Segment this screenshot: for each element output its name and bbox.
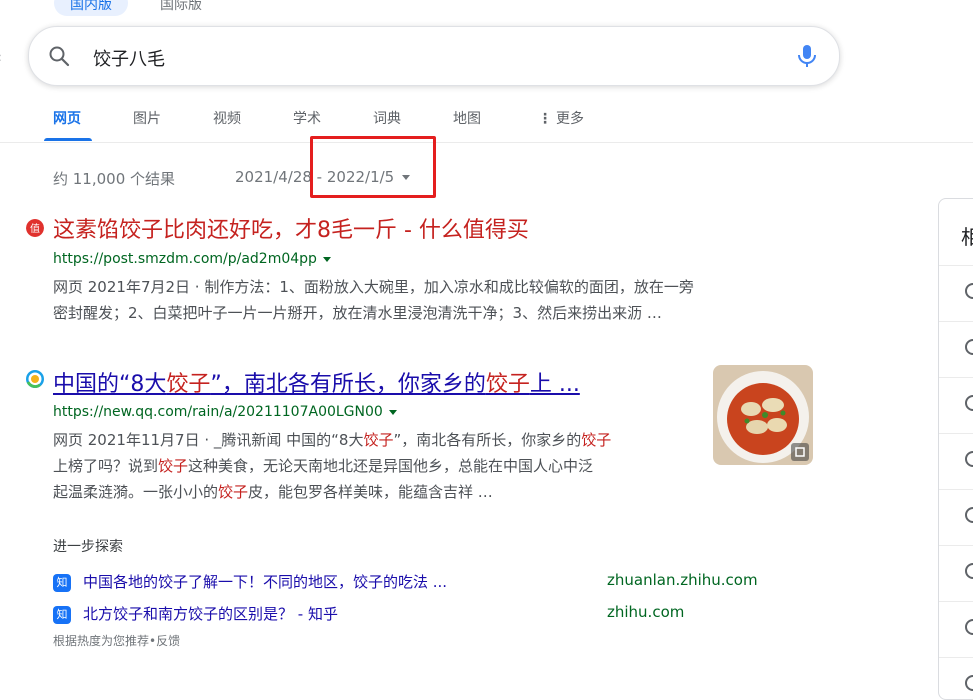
result-url[interactable]: https://post.smzdm.com/p/ad2m04pp — [53, 251, 331, 267]
search-suggestion-icon[interactable] — [965, 451, 973, 467]
result-count: 约 11,000 个结果 — [53, 170, 176, 188]
dumpling-soup-image — [713, 365, 813, 465]
tab-maps[interactable]: 地图 — [453, 108, 481, 128]
zhihu-icon: 知 — [53, 573, 71, 592]
result-url-text: https://new.qq.com/rain/a/20211107A00LGN… — [53, 404, 383, 420]
snippet-line: 上榜了吗？说到饺子这种美食，无论天南地北还是异国他乡，总能在中国人心中泛 — [53, 453, 703, 479]
more-vertical-icon: ⋮ — [538, 111, 552, 127]
left-edge-icon: ‹ — [0, 50, 2, 66]
divider — [939, 545, 973, 546]
tab-domestic[interactable]: 国内版 — [54, 0, 128, 16]
title-part: 中国的“8大 — [53, 372, 167, 397]
svg-text:值: 值 — [30, 222, 40, 235]
search-icon[interactable] — [47, 44, 71, 68]
divider — [939, 657, 973, 658]
tab-more-label: 更多 — [556, 111, 584, 127]
divider — [0, 142, 973, 143]
panel-title: 相 — [961, 225, 973, 249]
result-title[interactable]: 这素馅饺子比肉还好吃，才8毛一斤 - 什么值得买 — [53, 212, 529, 244]
snippet-text: 皮，能包罗各样美味，能蕴含吉祥 … — [248, 483, 493, 501]
tab-international[interactable]: 国际版 — [144, 0, 218, 16]
snippet-highlight: 饺子 — [581, 431, 612, 449]
title-highlight: 饺子 — [485, 372, 530, 397]
snippet-text: 这种美食，无论天南地北还是异国他乡，总能在中国人心中泛 — [188, 457, 594, 475]
snippet-highlight: 饺子 — [158, 457, 189, 475]
divider — [939, 601, 973, 602]
annotation-box — [310, 136, 436, 198]
search-input[interactable]: 饺子八毛 — [93, 45, 165, 71]
caret-down-icon[interactable] — [322, 256, 331, 262]
search-suggestion-icon[interactable] — [965, 563, 973, 579]
tab-videos[interactable]: 视频 — [213, 108, 241, 128]
search-suggestion-icon[interactable] — [965, 395, 973, 411]
search-type-tabs: 网页 图片 视频 学术 词典 地图 ⋮ 更多 — [0, 100, 973, 142]
zhihu-icon: 知 — [53, 605, 71, 624]
related-section-label: 进一步探索 — [53, 539, 123, 555]
snippet-highlight: 饺子 — [363, 431, 394, 449]
related-link-text: 北方饺子和南方饺子的区别是？ - 知乎 — [83, 605, 338, 623]
snippet-line: 网页 2021年7月2日 · 制作方法：1、面粉放入大碗里，加入凉水和成比较偏软… — [53, 278, 694, 296]
result-title[interactable]: 中国的“8大饺子”，南北各有所长，你家乡的饺子上 ... — [53, 366, 580, 398]
snippet-text: 网页 2021年11月7日 · _腾讯新闻 中国的“8大 — [53, 431, 364, 449]
result-snippet: 网页 2021年7月2日 · 制作方法：1、面粉放入大碗里，加入凉水和成比较偏软… — [53, 274, 813, 326]
related-link[interactable]: 知北方饺子和南方饺子的区别是？ - 知乎 — [53, 603, 338, 624]
active-tab-indicator — [44, 138, 92, 141]
tab-dictionary[interactable]: 词典 — [373, 108, 401, 128]
title-part: 上 ... — [529, 372, 580, 397]
snippet-line: 网页 2021年11月7日 · _腾讯新闻 中国的“8大饺子”，南北各有所长，你… — [53, 427, 703, 453]
recommendation-footnote[interactable]: 根据热度为您推荐•反馈 — [53, 632, 180, 649]
related-link[interactable]: 知中国各地的饺子了解一下！不同的地区，饺子的吃法 ... — [53, 571, 447, 592]
title-part: ”，南北各有所长，你家乡的 — [210, 372, 486, 397]
result-url[interactable]: https://new.qq.com/rain/a/20211107A00LGN… — [53, 404, 397, 420]
divider — [939, 489, 973, 490]
snippet-text: ”，南北各有所长，你家乡的 — [393, 431, 582, 449]
tab-academic[interactable]: 学术 — [293, 108, 321, 128]
snippet-line: 密封醒发；2、白菜把叶子一片一片掰开，放在清水里浸泡清洗干净；3、然后来捞出来沥… — [53, 304, 662, 322]
divider — [939, 377, 973, 378]
tab-images[interactable]: 图片 — [133, 108, 161, 128]
divider — [939, 433, 973, 434]
search-suggestion-icon[interactable] — [965, 619, 973, 635]
smzdm-favicon-icon: 值 — [26, 219, 44, 237]
related-site[interactable]: zhuanlan.zhihu.com — [607, 571, 758, 589]
result-snippet: 网页 2021年11月7日 · _腾讯新闻 中国的“8大饺子”，南北各有所长，你… — [53, 427, 703, 505]
title-highlight: 饺子 — [166, 372, 211, 397]
qq-news-favicon-icon — [26, 370, 44, 388]
related-site[interactable]: zhihu.com — [607, 603, 684, 621]
search-suggestion-icon[interactable] — [965, 507, 973, 523]
tab-more[interactable]: ⋮ 更多 — [538, 108, 584, 128]
snippet-text: 起温柔涟漪。一张小小的 — [53, 483, 219, 501]
divider — [939, 265, 973, 266]
snippet-line: 起温柔涟漪。一张小小的饺子皮，能包罗各样美味，能蕴含吉祥 … — [53, 479, 703, 505]
result-url-text: https://post.smzdm.com/p/ad2m04pp — [53, 251, 317, 267]
related-link-text: 中国各地的饺子了解一下！不同的地区，饺子的吃法 ... — [83, 573, 448, 591]
search-suggestion-icon[interactable] — [965, 675, 973, 691]
result-thumbnail[interactable] — [713, 365, 813, 465]
search-box[interactable]: 饺子八毛 — [28, 26, 840, 86]
snippet-text: 上榜了吗？说到 — [53, 457, 159, 475]
divider — [939, 321, 973, 322]
caret-down-icon[interactable] — [388, 409, 397, 415]
tab-web[interactable]: 网页 — [53, 108, 81, 128]
search-suggestion-icon[interactable] — [965, 283, 973, 299]
microphone-icon[interactable] — [795, 43, 819, 69]
search-suggestion-icon[interactable] — [965, 339, 973, 355]
snippet-highlight: 饺子 — [218, 483, 249, 501]
related-searches-panel: 相 — [938, 198, 973, 700]
